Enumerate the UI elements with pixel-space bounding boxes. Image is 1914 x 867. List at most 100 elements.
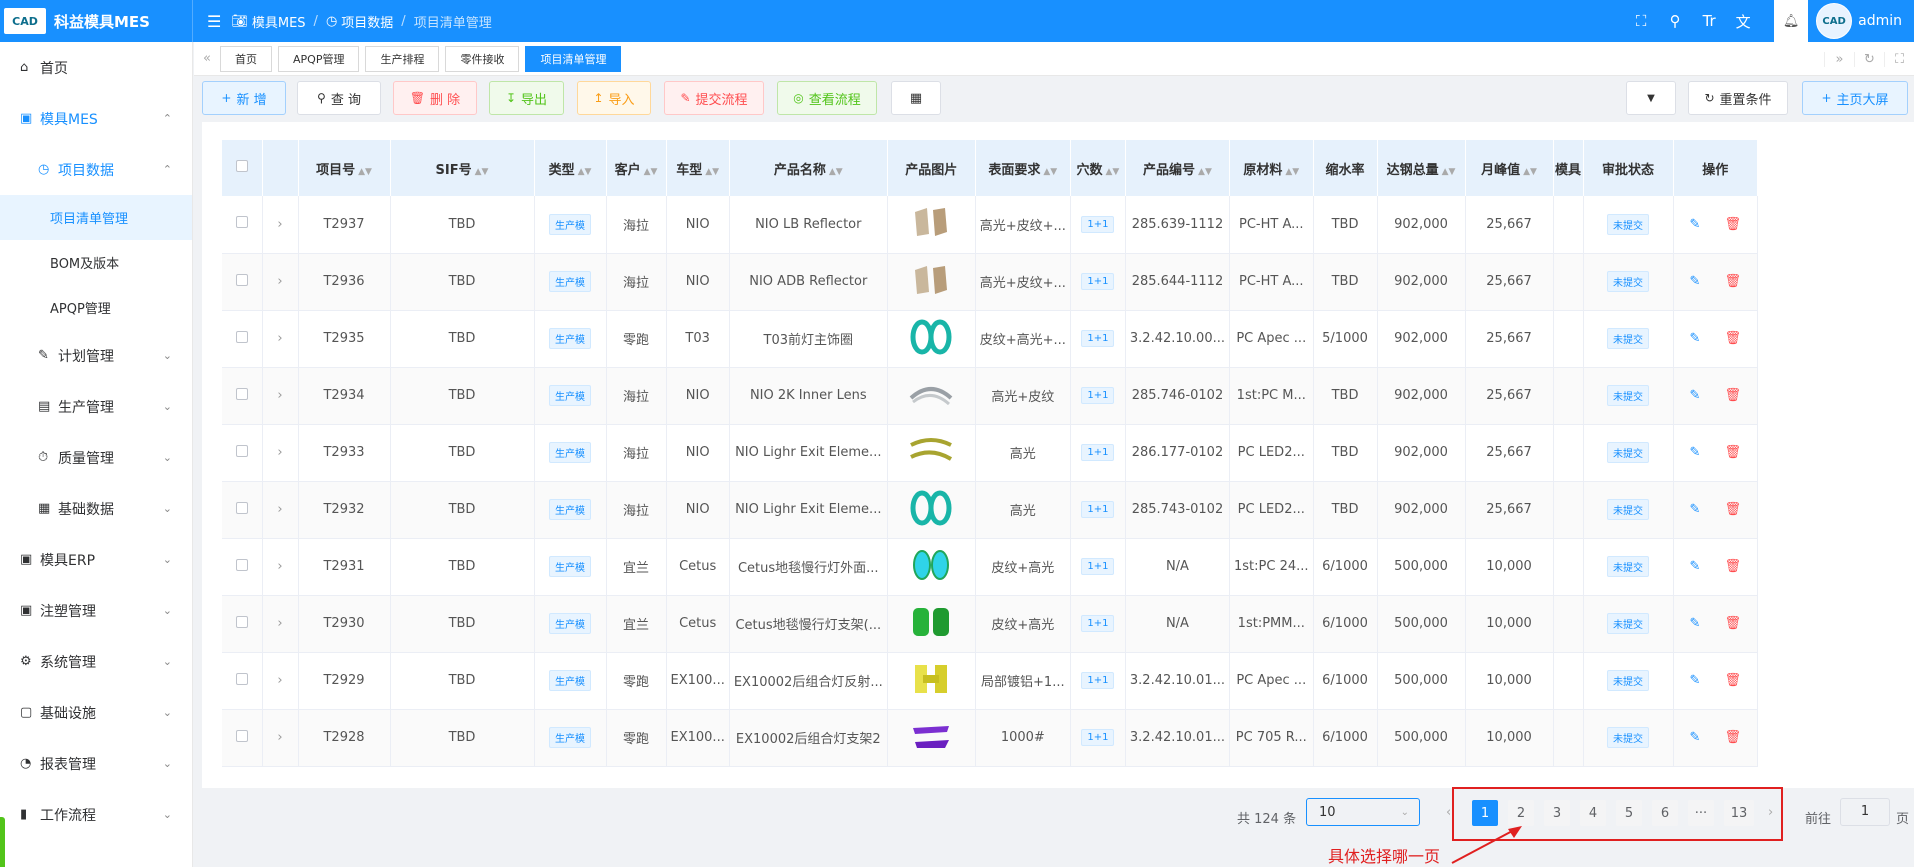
chevron-right-icon[interactable]: › [277, 730, 282, 745]
delete-icon[interactable]: 🗑︎ [1724, 445, 1741, 460]
bell-icon[interactable]: 🔔︎ [1774, 0, 1809, 42]
table-row[interactable]: › T2930 TBD 生产模 宜兰 Cetus Cetus地毯慢行灯支架(... 皮纹+高光… [222, 595, 1758, 653]
row-checkbox[interactable] [235, 729, 248, 742]
sidebar-item-system[interactable]: ⚙ 系统管理 ⌄ [0, 636, 192, 687]
delete-icon[interactable]: 🗑︎ [1724, 559, 1741, 574]
tab-parts-receive[interactable]: 零件接收 [445, 45, 520, 72]
row-select-cell[interactable] [222, 481, 263, 539]
column-header[interactable]: 达钢总量 ▲▼ [1377, 140, 1466, 196]
row-expand-cell[interactable]: › [262, 253, 299, 311]
column-header[interactable]: 穴数 ▲▼ [1070, 140, 1126, 196]
table-row[interactable]: › T2935 TBD 生产模 零跑 T03 T03前灯主饰圈 皮纹+高光+... 1+1 3.2… [222, 310, 1758, 368]
product-image[interactable] [909, 386, 953, 416]
column-header[interactable]: 产品名称 ▲▼ [729, 140, 888, 196]
chevron-right-icon[interactable]: › [277, 388, 282, 403]
row-checkbox[interactable] [235, 615, 248, 628]
table-row[interactable]: › T2928 TBD 生产模 零跑 EX100... EX10002后组合灯支架2 1000… [222, 709, 1758, 767]
column-header[interactable]: 产品编号 ▲▼ [1125, 140, 1231, 196]
product-image[interactable] [909, 319, 953, 359]
row-expand-cell[interactable]: › [262, 538, 299, 596]
goto-page-input[interactable]: 1 [1840, 798, 1890, 826]
export-button[interactable]: ↧ 导出 [489, 81, 564, 115]
row-expand-cell[interactable]: › [262, 196, 299, 254]
row-expand-cell[interactable]: › [262, 310, 299, 368]
sidebar-item-basic-data[interactable]: ▦ 基础数据 ⌄ [0, 483, 192, 534]
row-checkbox[interactable] [235, 672, 248, 685]
delete-icon[interactable]: 🗑︎ [1724, 730, 1741, 745]
edit-icon[interactable]: ✎ [1690, 730, 1701, 745]
column-header[interactable]: 客户 ▲▼ [606, 140, 667, 196]
row-select-cell[interactable] [222, 367, 263, 425]
edit-icon[interactable]: ✎ [1690, 217, 1701, 232]
refresh-icon[interactable]: ↻ [1854, 51, 1884, 67]
row-checkbox[interactable] [235, 501, 248, 514]
sidebar-item-mes[interactable]: ▣ 模具MES ⌃ [0, 93, 192, 144]
table-row[interactable]: › T2931 TBD 生产模 宜兰 Cetus Cetus地毯慢行灯外面... 皮纹+高光 1… [222, 538, 1758, 596]
chevron-right-icon[interactable]: › [277, 331, 282, 346]
sidebar-item-infra[interactable]: ▢ 基础设施 ⌄ [0, 687, 192, 738]
tab-apqp[interactable]: APQP管理 [278, 45, 360, 72]
column-header[interactable]: 项目号 ▲▼ [298, 140, 391, 196]
product-image-cell[interactable] [887, 310, 976, 368]
sidebar-item-bom[interactable]: BOM及版本 [0, 240, 192, 285]
product-image-cell[interactable] [887, 709, 976, 767]
product-image[interactable] [909, 549, 953, 587]
delete-icon[interactable]: 🗑︎ [1724, 274, 1741, 289]
breadcrumb-item[interactable]: 模具MES [252, 12, 306, 31]
table-row[interactable]: › T2936 TBD 生产模 海拉 NIO NIO ADB Reflector 高光+皮纹+… [222, 253, 1758, 311]
chevron-right-icon[interactable]: › [277, 559, 282, 574]
row-expand-cell[interactable]: › [262, 367, 299, 425]
row-select-cell[interactable] [222, 595, 263, 653]
table-row[interactable]: › T2932 TBD 生产模 海拉 NIO NIO Lighr Exit Eleme...… [222, 481, 1758, 539]
sidebar-item-injection[interactable]: ▣ 注塑管理 ⌄ [0, 585, 192, 636]
row-expand-cell[interactable]: › [262, 652, 299, 710]
reset-button[interactable]: ↻ 重置条件 [1688, 81, 1788, 115]
product-image[interactable] [909, 208, 953, 244]
chevron-right-icon[interactable]: › [277, 616, 282, 631]
product-image[interactable] [909, 437, 953, 473]
columns-button[interactable]: ▦ [891, 81, 941, 115]
chevron-right-icon[interactable]: › [277, 274, 282, 289]
product-image-cell[interactable] [887, 595, 976, 653]
tab-home[interactable]: 首页 [220, 45, 272, 72]
dashboard-button[interactable]: + 主页大屏 [1802, 81, 1908, 115]
row-checkbox[interactable] [235, 273, 248, 286]
sidebar-item-erp[interactable]: ▣ 模具ERP ⌄ [0, 534, 192, 585]
edit-icon[interactable]: ✎ [1690, 502, 1701, 517]
query-button[interactable]: ⚲ 查 询 [297, 81, 381, 115]
view-flow-button[interactable]: ◎ 查看流程 [777, 81, 877, 115]
row-expand-cell[interactable]: › [262, 595, 299, 653]
edit-icon[interactable]: ✎ [1690, 331, 1701, 346]
submit-flow-button[interactable]: ✎ 提交流程 [664, 81, 764, 115]
chevron-right-icon[interactable]: › [277, 445, 282, 460]
row-checkbox[interactable] [235, 444, 248, 457]
product-image[interactable] [909, 664, 953, 701]
translate-icon[interactable]: 文 [1726, 11, 1760, 32]
row-checkbox[interactable] [235, 330, 248, 343]
select-all-checkbox[interactable] [235, 160, 248, 172]
product-image-cell[interactable] [887, 253, 976, 311]
row-checkbox[interactable] [235, 387, 248, 400]
font-size-icon[interactable]: Tr [1692, 12, 1726, 30]
sidebar-item-project-list[interactable]: 项目清单管理 [0, 195, 192, 240]
table-row[interactable]: › T2934 TBD 生产模 海拉 NIO NIO 2K Inner Lens 高光+皮纹 1… [222, 367, 1758, 425]
row-select-cell[interactable] [222, 652, 263, 710]
table-row[interactable]: › T2933 TBD 生产模 海拉 NIO NIO Lighr Exit Eleme...… [222, 424, 1758, 482]
tab-project-list[interactable]: 项目清单管理 [525, 45, 622, 72]
select-all-cell[interactable] [222, 140, 263, 196]
tab-scheduling[interactable]: 生产排程 [365, 45, 440, 72]
edit-icon[interactable]: ✎ [1690, 388, 1701, 403]
row-expand-cell[interactable]: › [262, 481, 299, 539]
edit-icon[interactable]: ✎ [1690, 559, 1701, 574]
delete-icon[interactable]: 🗑︎ [1724, 331, 1741, 346]
sidebar-item-production[interactable]: ▤ 生产管理 ⌄ [0, 381, 192, 432]
column-header[interactable]: 表面要求 ▲▼ [975, 140, 1071, 196]
fullscreen-icon[interactable]: ⛶ [1624, 12, 1658, 30]
row-select-cell[interactable] [222, 709, 263, 767]
row-expand-cell[interactable]: › [262, 424, 299, 482]
menu-toggle-icon[interactable]: ☰ [207, 12, 221, 31]
chevron-right-icon[interactable]: › [277, 502, 282, 517]
product-image[interactable] [909, 265, 953, 302]
edit-icon[interactable]: ✎ [1690, 673, 1701, 688]
delete-icon[interactable]: 🗑︎ [1724, 616, 1741, 631]
